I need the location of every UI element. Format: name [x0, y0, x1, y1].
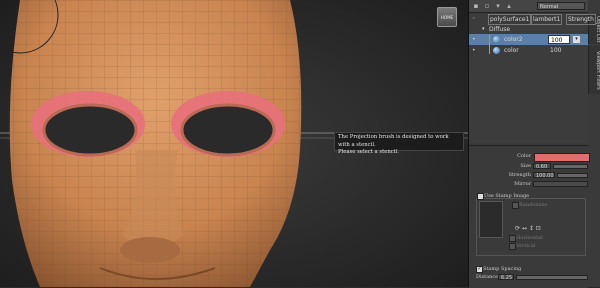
new-layer-icon[interactable]: ▪ — [472, 2, 480, 10]
delete-icon[interactable]: ▾ — [494, 2, 502, 10]
color-swatch[interactable] — [534, 153, 590, 162]
layer-name: color2 — [504, 36, 523, 43]
new-folder-icon[interactable]: ▫ — [483, 2, 491, 10]
paint-layer-icon — [493, 47, 500, 54]
settings-icon[interactable]: ▴ — [505, 2, 513, 10]
layer-opacity-value: 100 — [550, 47, 562, 54]
distance-label: Distance — [476, 274, 499, 280]
randomize-label: Randomize — [519, 202, 548, 208]
mirror-select[interactable] — [533, 181, 588, 187]
visibility-icon[interactable]: ◦ — [472, 13, 478, 24]
layer-tree: ◦ polySurface1 lambert1 Strength ▾ Diffu… — [469, 13, 596, 143]
object-row[interactable]: ◦ polySurface1 lambert1 Strength — [469, 13, 596, 25]
size-label: Size — [520, 163, 531, 169]
distance-slider[interactable] — [516, 275, 588, 280]
strength-label: Strength — [508, 172, 531, 178]
chevron-down-icon[interactable]: ▾ — [573, 36, 580, 43]
3d-viewport[interactable]: HOME The Projection brush is designed to… — [0, 0, 468, 287]
layer-row-color[interactable]: • color 100 — [469, 45, 588, 56]
paint-layer-icon — [493, 36, 500, 43]
vertical-checkbox[interactable] — [509, 243, 516, 250]
visibility-icon[interactable]: • — [472, 45, 478, 56]
visibility-icon[interactable]: • — [472, 34, 478, 45]
home-view-button[interactable]: HOME — [437, 7, 457, 27]
blend-mode-select[interactable]: Normal — [537, 2, 585, 10]
stamp-thumbnail[interactable] — [479, 201, 503, 238]
horizontal-checkbox[interactable] — [509, 235, 516, 242]
stamp-spacing-label: Stamp Spacing — [483, 266, 522, 272]
tooltip-line-2: Please select a stencil. — [338, 149, 399, 155]
strength-input[interactable]: 100.00 — [533, 172, 555, 179]
distance-input[interactable]: 6.25 — [498, 274, 514, 281]
stamp-spacing-checkbox[interactable]: ✓ — [476, 266, 483, 273]
layer-name: color — [504, 47, 519, 54]
horizontal-label: Horizontal — [516, 235, 543, 241]
use-stamp-label: Use Stamp Image — [484, 193, 530, 199]
hierarchy-line — [489, 34, 490, 54]
vertical-label: Vertical — [516, 243, 536, 249]
layer-row-color2[interactable]: • color2 100 ▾ — [469, 34, 588, 45]
color-label: Color — [517, 153, 531, 159]
tab-viewport-filters[interactable]: Viewport Filters — [588, 46, 600, 94]
size-slider[interactable] — [553, 164, 588, 169]
size-input[interactable]: 0.60 — [533, 163, 551, 170]
randomize-checkbox[interactable] — [512, 202, 519, 209]
projection-tooltip: The Projection brush is designed to work… — [334, 132, 464, 155]
mirror-label: Mirror — [514, 181, 531, 187]
tooltip-line-1: The Projection brush is designed to work… — [338, 134, 449, 148]
strength-slider[interactable] — [557, 173, 588, 178]
stamp-tools[interactable]: ⟳ ↔ ↕ ⊡ — [515, 225, 541, 232]
use-stamp-checkbox[interactable] — [477, 193, 484, 200]
layer-opacity-input[interactable]: 100 — [548, 35, 570, 44]
